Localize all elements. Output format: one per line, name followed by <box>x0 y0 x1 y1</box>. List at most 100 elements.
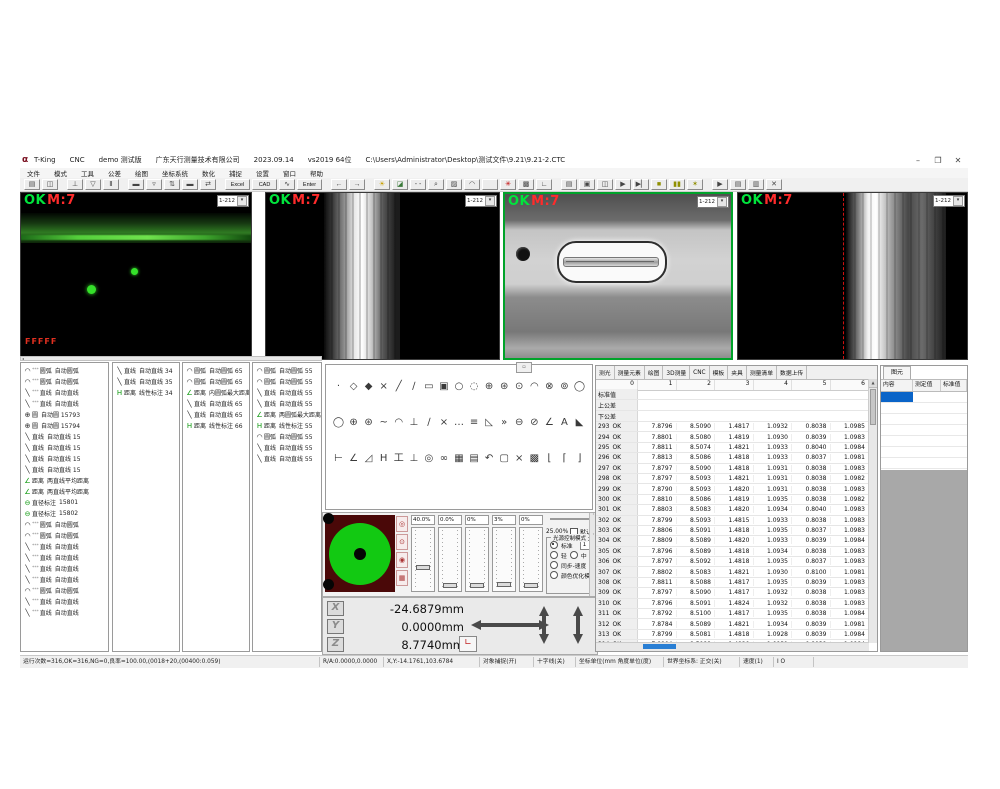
light-intensity-slider[interactable]: 3% <box>492 515 516 594</box>
palette-tool-icon[interactable]: ⌈ <box>558 453 571 465</box>
element-list-item[interactable]: ╲***直线自动直线 <box>21 574 108 585</box>
element-list-item[interactable]: ∠距离两圆弧最大距离 <box>253 409 321 420</box>
table-row[interactable]: 310OK7.87968.50911.48241.09320.80381.098… <box>596 599 869 609</box>
menu-item[interactable]: 窗口 <box>276 168 303 178</box>
element-list-item[interactable]: ⊖直径标注15801 <box>21 497 108 508</box>
folder-icon[interactable]: ◫ <box>597 179 613 190</box>
palette-tool-icon[interactable]: ╱ <box>392 381 405 393</box>
palette-tool-icon[interactable]: ▩ <box>528 453 541 465</box>
element-panel-row[interactable] <box>881 447 967 458</box>
menu-item[interactable]: 坐标系统 <box>155 168 195 178</box>
element-list-item[interactable]: ╲直线自动直线 65 <box>183 409 249 420</box>
element-list-item[interactable]: ╲直线自动直线 55 <box>253 387 321 398</box>
profile-light-icon[interactable]: ▦ <box>396 570 408 586</box>
camera-zoom-select[interactable]: 1-212▾ <box>217 195 249 207</box>
palette-tool-icon[interactable]: ⊛ <box>498 381 511 393</box>
selected-cell[interactable] <box>881 392 913 402</box>
table-row[interactable]: 297OK7.87978.50901.48181.09310.80381.098… <box>596 464 869 474</box>
blank-icon[interactable] <box>482 179 498 190</box>
table-row[interactable]: 294OK7.88018.50801.48191.09300.80391.098… <box>596 432 869 442</box>
palette-tool-icon[interactable]: ▣ <box>437 381 450 393</box>
sync-speed-radio[interactable] <box>550 561 558 569</box>
element-list-item[interactable]: ◠***圆弧自动圆弧 <box>21 519 108 530</box>
element-panel-row[interactable] <box>881 425 967 436</box>
element-panel-row[interactable] <box>881 392 967 403</box>
element-list-item[interactable]: ╲直线自动直线 34 <box>113 365 179 376</box>
menu-item[interactable]: 数化 <box>195 168 222 178</box>
palette-tool-icon[interactable]: × <box>513 453 526 465</box>
play-icon[interactable]: ▶ <box>615 179 631 190</box>
element-list-item[interactable]: H距离线性标注 34 <box>113 387 179 398</box>
zoom-icon[interactable]: ⌕ <box>428 179 444 190</box>
table-tab[interactable]: 绘图 <box>645 366 664 379</box>
slider-thumb[interactable] <box>497 582 511 587</box>
camera-view-3-selected[interactable]: OKM:7 1-212▾ <box>503 192 733 360</box>
y-axis-button[interactable]: Y <box>327 619 344 634</box>
palette-tool-icon[interactable]: ≡ <box>468 417 481 429</box>
slider-track[interactable] <box>438 527 462 592</box>
element-list-item[interactable]: ◠圆弧自动圆弧 65 <box>183 376 249 387</box>
table-tab[interactable]: 测量清单 <box>747 366 777 379</box>
chevron-down-icon[interactable]: ▾ <box>717 197 727 207</box>
tab-graphic-element[interactable]: 图元 <box>883 366 911 379</box>
star-icon[interactable]: ✳ <box>500 179 516 190</box>
light-intensity-slider[interactable]: 40.0% <box>411 515 435 594</box>
palette-tool-icon[interactable]: ◆ <box>362 381 375 393</box>
element-list-item[interactable]: ╲***直线自动直线 <box>21 563 108 574</box>
table-tab[interactable]: 数据上传 <box>777 366 807 379</box>
hatch-icon[interactable]: ▨ <box>446 179 462 190</box>
lamp-icon[interactable]: ☀ <box>374 179 390 190</box>
palette-tool-icon[interactable]: ∠ <box>543 417 556 429</box>
element-list-item[interactable]: ∠距离两直线平均距离 <box>21 475 108 486</box>
element-list-item[interactable]: ╲***直线自动直线 <box>21 552 108 563</box>
element-list-item[interactable]: ◠***圆弧自动圆弧 <box>21 530 108 541</box>
element-list-item[interactable]: ⊕圆自动圆 15793 <box>21 409 108 420</box>
grid-icon[interactable]: ▩ <box>518 179 534 190</box>
open-icon[interactable]: ◫ <box>42 179 58 190</box>
light-intensity-slider[interactable]: 0.0% <box>438 515 462 594</box>
element-list-item[interactable]: ∠距离内圆弧最大距离 <box>183 387 249 398</box>
palette-tool-icon[interactable]: ⊥ <box>407 453 420 465</box>
stop-icon[interactable]: ■ <box>651 179 667 190</box>
palette-tool-icon[interactable]: ◌ <box>468 381 481 393</box>
palette-tool-icon[interactable]: ∕ <box>407 381 420 393</box>
print-icon[interactable]: ▥ <box>748 179 764 190</box>
palette-tool-icon[interactable]: ◎ <box>422 453 435 465</box>
block2-icon[interactable]: ▬ <box>182 179 198 190</box>
curve-export-icon[interactable]: ∿ <box>279 179 295 190</box>
table-row[interactable]: 304OK7.88098.50891.48201.09330.80391.098… <box>596 536 869 546</box>
palette-tool-icon[interactable]: × <box>437 417 450 429</box>
table-row[interactable]: 299OK7.87908.50931.48201.09310.80381.098… <box>596 484 869 494</box>
element-panel-row[interactable] <box>881 458 967 469</box>
slider-thumb[interactable] <box>470 583 484 588</box>
backlight-icon[interactable]: ◉ <box>396 552 408 568</box>
scrollbar-thumb[interactable] <box>643 644 676 649</box>
enter-button[interactable]: Enter <box>297 179 322 190</box>
table-row[interactable]: 302OK7.87998.50931.48151.09330.80381.098… <box>596 516 869 526</box>
slider-track[interactable] <box>465 527 489 592</box>
palette-tool-icon[interactable]: A <box>558 417 571 429</box>
table-row[interactable]: 300OK7.88108.50861.48191.09350.80381.098… <box>596 495 869 505</box>
element-list-item[interactable]: ╲***直线自动直线 <box>21 596 108 607</box>
nozzle-down-icon[interactable]: ▿ <box>146 179 162 190</box>
excel-button[interactable]: Excel <box>225 179 250 190</box>
wave-icon[interactable]: ◠ <box>464 179 480 190</box>
scrollbar-thumb[interactable] <box>870 389 876 425</box>
table-row[interactable]: 312OK7.87848.50891.48211.09340.80391.098… <box>596 619 869 629</box>
table-tab[interactable]: CNC <box>690 366 709 379</box>
ring-light-preview[interactable] <box>325 515 395 592</box>
element-list-item[interactable]: ╲***直线自动直线 <box>21 387 108 398</box>
palette-tool-icon[interactable]: ∞ <box>437 453 450 465</box>
standard-mode-radio[interactable] <box>550 541 558 549</box>
block-icon[interactable]: ▬ <box>128 179 144 190</box>
table-tab[interactable]: 夹具 <box>728 366 747 379</box>
ring-light-icon[interactable]: ◎ <box>396 516 408 532</box>
element-list-item[interactable]: ⊕圆自动圆 15794 <box>21 420 108 431</box>
palette-tool-icon[interactable]: ⊖ <box>513 417 526 429</box>
element-list-item[interactable]: ╲直线自动直线 65 <box>183 398 249 409</box>
jog-z-arrows[interactable] <box>573 606 583 644</box>
table-horizontal-scrollbar[interactable] <box>596 642 869 651</box>
chevron-down-icon[interactable]: ▾ <box>953 196 963 206</box>
nozzle-icon[interactable]: ▽ <box>85 179 101 190</box>
chevron-down-icon[interactable]: ▾ <box>237 196 247 206</box>
